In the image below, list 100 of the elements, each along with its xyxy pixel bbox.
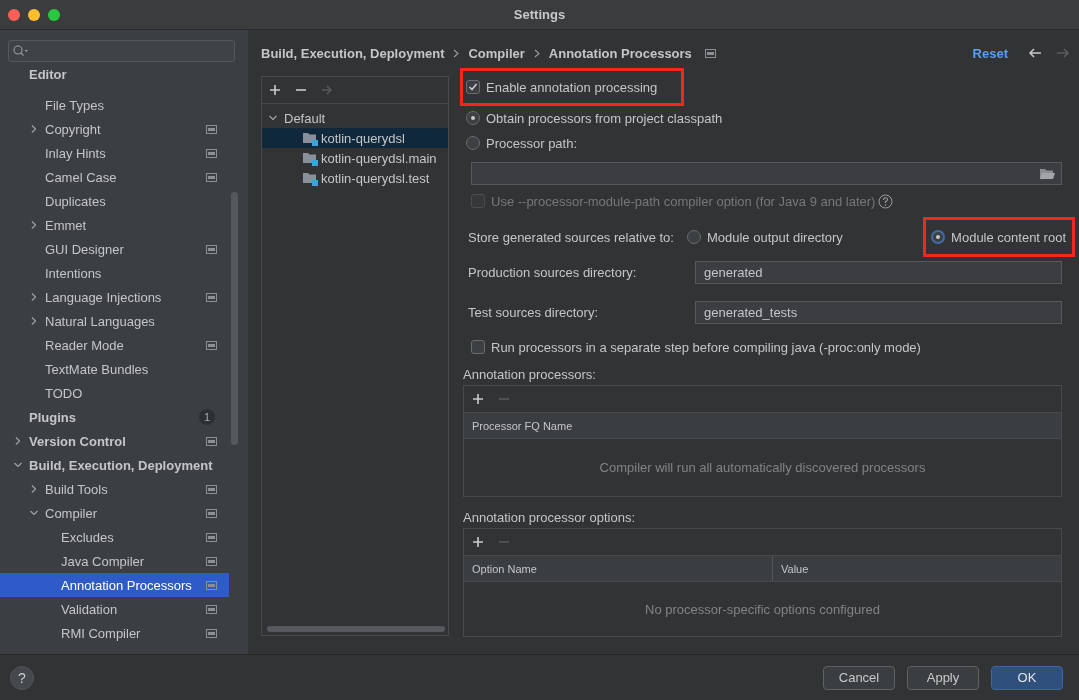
- sidebar-item[interactable]: Emmet: [0, 213, 229, 237]
- dialog-button[interactable]: Apply: [907, 665, 979, 690]
- column-header[interactable]: Value: [781, 562, 809, 575]
- help-icon[interactable]: [878, 193, 894, 209]
- sidebar-item[interactable]: TextMate Bundles: [0, 357, 229, 381]
- search-icon: [13, 45, 29, 57]
- field-label: Test sources directory:: [468, 304, 600, 320]
- sidebar-item[interactable]: Copyright: [0, 117, 229, 141]
- sidebar-item[interactable]: Natural Languages: [0, 309, 229, 333]
- sidebar-item[interactable]: Annotation Processors: [0, 573, 229, 597]
- window-control[interactable]: [8, 8, 20, 21]
- module-folder-icon: [302, 170, 318, 186]
- sidebar-item[interactable]: Reader Mode: [0, 333, 229, 357]
- window-title: Settings: [513, 7, 566, 22]
- tree-item[interactable]: kotlin-querydsl.main: [262, 148, 448, 168]
- project-level-icon: [206, 124, 217, 134]
- empty-text: Compiler will run all automatically discovered processors: [599, 460, 926, 475]
- chevron-right-icon[interactable]: [29, 292, 39, 302]
- sidebar-item[interactable]: Excludes: [0, 525, 229, 549]
- help-button[interactable]: ?: [10, 665, 34, 690]
- radio-label[interactable]: Module content root: [951, 229, 1066, 245]
- breadcrumb[interactable]: Compiler: [468, 45, 525, 61]
- section-header: Editor: [29, 66, 67, 82]
- sidebar-item[interactable]: Build, Execution, Deployment: [0, 453, 229, 477]
- radio-button[interactable]: [931, 230, 946, 244]
- sidebar-item[interactable]: Build Tools: [0, 477, 229, 501]
- tree-item[interactable]: kotlin-querydsl.test: [262, 168, 448, 188]
- sidebar-item[interactable]: GUI Designer: [0, 237, 229, 261]
- window-control[interactable]: [48, 8, 60, 21]
- sidebar-item[interactable]: Language Injections: [0, 285, 229, 309]
- project-level-icon: [206, 580, 217, 590]
- project-level-icon: [206, 436, 217, 446]
- radio-button[interactable]: [466, 111, 480, 125]
- radio-label[interactable]: Module output directory: [706, 229, 843, 245]
- checkbox[interactable]: [466, 80, 480, 94]
- chevron-down-icon[interactable]: [13, 460, 23, 470]
- sidebar-item[interactable]: Duplicates: [0, 189, 229, 213]
- add-icon[interactable]: [472, 536, 484, 548]
- project-level-icon: [206, 172, 217, 182]
- project-level-icon: [206, 532, 217, 542]
- sidebar-item[interactable]: Intentions: [0, 261, 229, 285]
- radio-label[interactable]: Processor path:: [486, 135, 578, 151]
- field-label: Production sources directory:: [468, 264, 638, 280]
- sidebar-item[interactable]: RMI Compiler: [0, 621, 229, 645]
- chevron-right-icon[interactable]: [29, 124, 39, 134]
- chevron-right-icon[interactable]: [29, 316, 39, 326]
- project-level-icon: [704, 48, 716, 58]
- back-arrow-icon[interactable]: [1028, 47, 1042, 59]
- window-control[interactable]: [28, 8, 40, 21]
- dialog-button[interactable]: Cancel: [823, 665, 895, 690]
- project-level-icon: [206, 148, 217, 158]
- chevron-right-icon[interactable]: [29, 484, 39, 494]
- sidebar-item[interactable]: File Types: [0, 93, 229, 117]
- chevron-down-icon[interactable]: [29, 508, 39, 518]
- sidebar-item[interactable]: Inlay Hints: [0, 141, 229, 165]
- sidebar-item[interactable]: Plugins 1: [0, 405, 229, 429]
- sidebar-item[interactable]: Validation: [0, 597, 229, 621]
- radio-label[interactable]: Obtain processors from project classpath: [486, 110, 723, 126]
- reset-link[interactable]: Reset: [972, 45, 1008, 61]
- dialog-button[interactable]: OK: [991, 665, 1063, 690]
- project-level-icon: [206, 556, 217, 566]
- count-badge: 1: [199, 409, 215, 425]
- module-folder-icon: [302, 130, 318, 146]
- sidebar-item[interactable]: TODO: [0, 381, 229, 405]
- add-icon[interactable]: [472, 393, 484, 405]
- chevron-right-icon[interactable]: [29, 220, 39, 230]
- sidebar-item[interactable]: Compiler: [0, 501, 229, 525]
- sidebar-item[interactable]: Camel Case: [0, 165, 229, 189]
- column-header[interactable]: Processor FQ Name: [472, 419, 573, 432]
- scrollbar[interactable]: [231, 192, 238, 445]
- input-field[interactable]: generated: [695, 260, 1062, 284]
- chevron-down-icon[interactable]: [268, 113, 278, 123]
- empty-text: No processor-specific options configured: [645, 601, 880, 617]
- add-icon[interactable]: [269, 84, 281, 96]
- checkbox-label[interactable]: Enable annotation processing: [486, 79, 658, 95]
- sidebar-item[interactable]: Version Control: [0, 429, 229, 453]
- breadcrumb[interactable]: Annotation Processors: [548, 45, 692, 61]
- processor-path-field[interactable]: [471, 162, 1062, 185]
- search-field[interactable]: [8, 40, 235, 62]
- input-field[interactable]: generated_tests: [695, 300, 1062, 324]
- field-label: Store generated sources relative to:: [468, 229, 674, 245]
- project-level-icon: [206, 244, 217, 254]
- scrollbar[interactable]: [267, 626, 445, 632]
- chevron-right-icon[interactable]: [13, 436, 23, 446]
- folder-icon[interactable]: [1039, 167, 1055, 180]
- project-level-icon: [206, 292, 217, 302]
- project-level-icon: [206, 508, 217, 518]
- radio-button[interactable]: [466, 136, 480, 150]
- tree-item[interactable]: kotlin-querydsl: [262, 128, 448, 148]
- module-folder-icon: [302, 150, 318, 166]
- chevron-right-icon: [533, 48, 540, 58]
- radio-button[interactable]: [686, 230, 701, 244]
- checkbox-label[interactable]: Run processors in a separate step before compiling java (-proc:only mode): [491, 339, 921, 355]
- breadcrumb[interactable]: Build, Execution, Deployment: [261, 45, 445, 61]
- project-level-icon: [206, 484, 217, 494]
- sidebar-item[interactable]: Java Compiler: [0, 549, 229, 573]
- checkbox[interactable]: [471, 340, 485, 354]
- project-level-icon: [206, 628, 217, 638]
- column-header[interactable]: Option Name: [472, 562, 537, 575]
- tree-item[interactable]: Default: [262, 108, 448, 128]
